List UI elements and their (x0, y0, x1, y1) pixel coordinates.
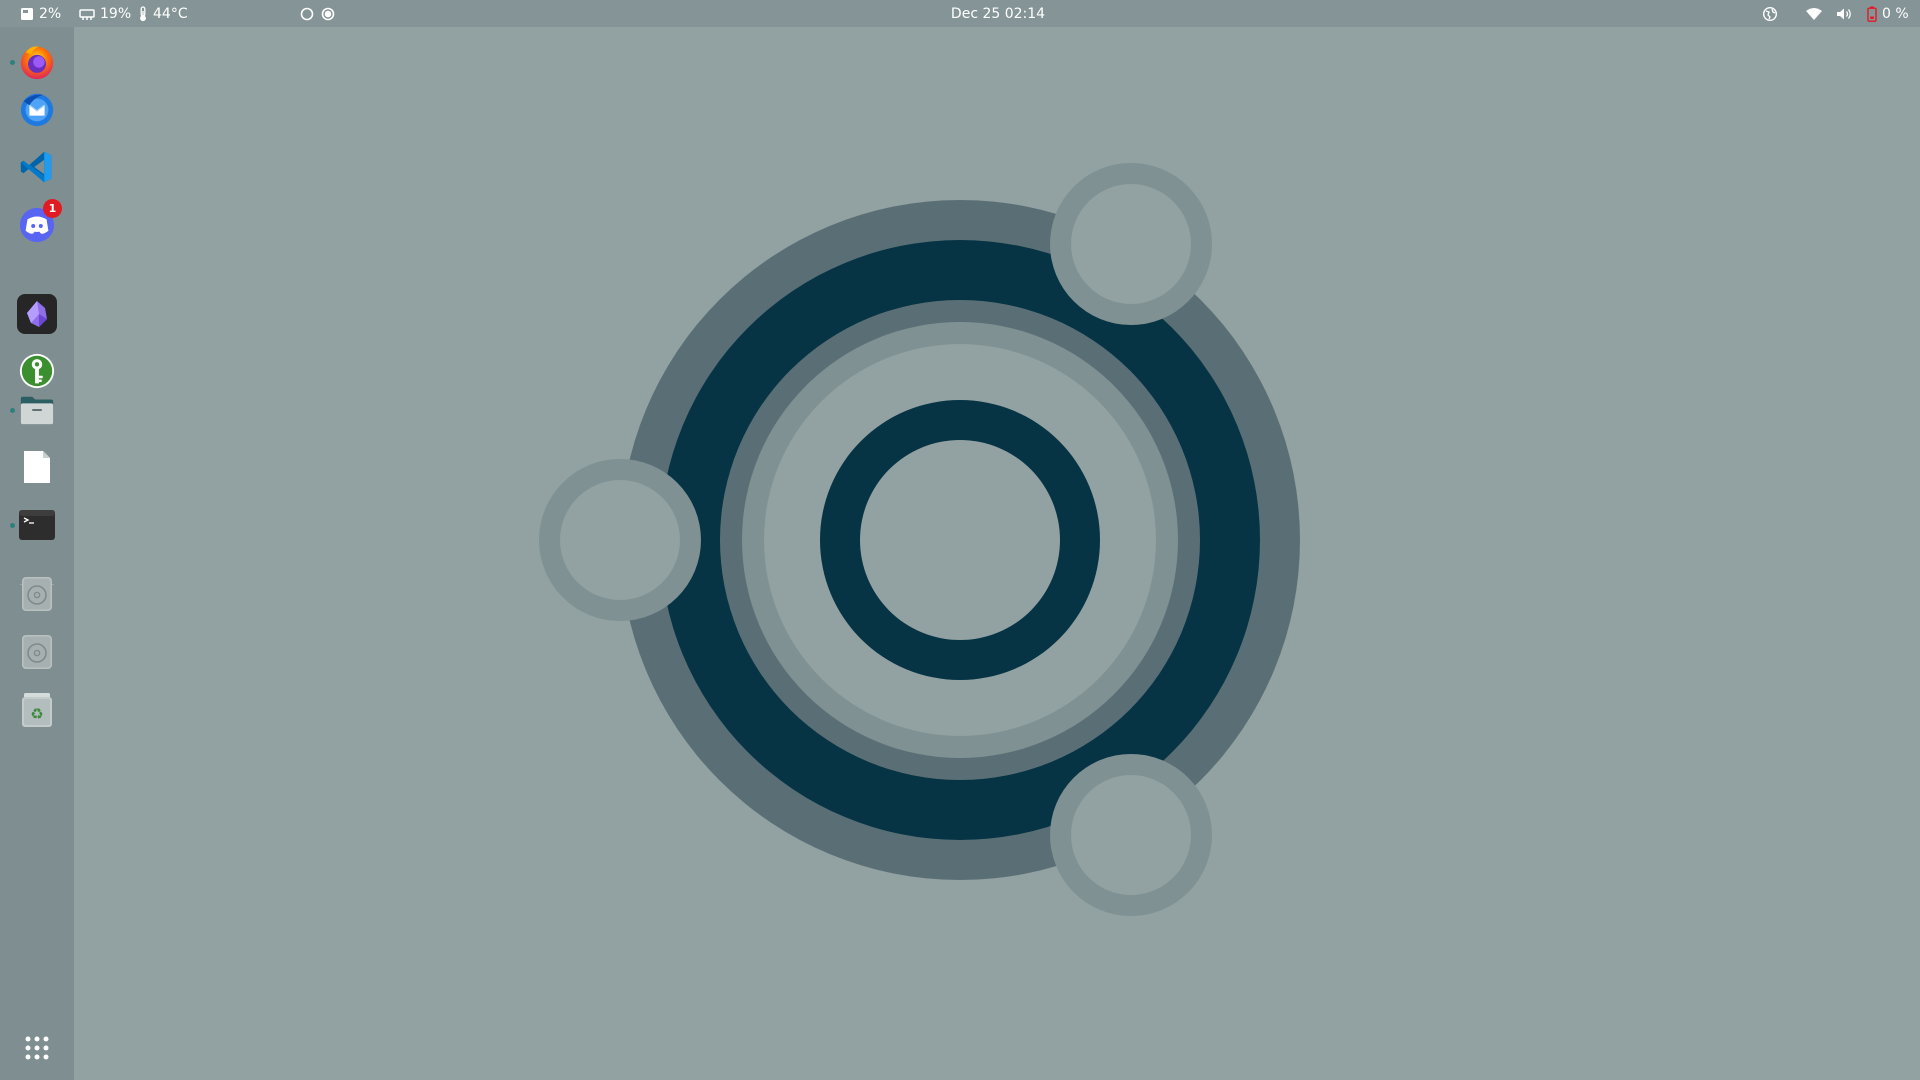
globe-icon (1762, 6, 1778, 21)
workspace-1-icon[interactable] (299, 6, 315, 22)
dock-item-thunderbird[interactable] (17, 89, 57, 129)
drive-icon (22, 577, 52, 611)
firefox-icon (20, 46, 54, 80)
obsidian-icon (27, 301, 47, 327)
drive-icon (22, 635, 52, 669)
dock-item-obsidian[interactable] (17, 294, 57, 334)
app-grid-icon (25, 1036, 49, 1060)
dock-item-drive-2[interactable] (17, 632, 57, 672)
dock-item-text-editor[interactable] (17, 447, 57, 487)
dock-item-trash[interactable]: ♻ (17, 690, 57, 730)
wifi-icon (1806, 7, 1822, 20)
clock-container: Dec 25 02:14 (0, 0, 1920, 27)
dock-item-discord[interactable]: 1 (17, 199, 62, 245)
trash-icon: ♻ (22, 693, 52, 727)
dock-item-files[interactable] (17, 390, 57, 430)
memory-usage-value: 19% (100, 5, 132, 22)
files-icon (20, 396, 54, 425)
desktop-wallpaper (0, 0, 1920, 1080)
dock: 1 ♻ (0, 27, 74, 1080)
memory-usage-indicator[interactable]: 19% (79, 0, 131, 27)
thunderbird-icon (20, 93, 54, 127)
battery-icon (1867, 6, 1877, 22)
dock-item-keepassxc[interactable] (17, 351, 57, 391)
memory-icon (79, 8, 95, 20)
dock-item-drive-1[interactable] (17, 574, 57, 614)
workspace-2-icon[interactable] (320, 6, 336, 22)
show-applications-button[interactable] (17, 1028, 57, 1068)
vscode-icon (20, 151, 52, 183)
dock-item-firefox[interactable] (17, 42, 57, 82)
disk-icon (21, 7, 33, 20)
volume-icon (1837, 8, 1851, 19)
disk-usage-indicator[interactable]: 2% (20, 0, 61, 27)
dock-item-terminal[interactable] (17, 505, 57, 545)
vpn-indicator[interactable] (1762, 0, 1778, 27)
dock-item-vscode[interactable] (17, 147, 57, 187)
disk-usage-value: 2% (39, 5, 62, 22)
keepassxc-icon (19, 353, 55, 389)
document-icon (24, 451, 50, 483)
workspace-indicator[interactable] (299, 0, 336, 27)
svg-text:♻: ♻ (30, 705, 43, 723)
top-bar: 2% 19% 44°C Dec 25 02:14 0 % (0, 0, 1920, 27)
running-indicator (10, 523, 15, 528)
cpu-temp-indicator[interactable]: 44°C (138, 0, 188, 27)
thermometer-icon (140, 5, 146, 21)
notification-badge: 1 (43, 199, 62, 218)
terminal-icon (19, 510, 55, 540)
cpu-temp-value: 44°C (153, 5, 188, 22)
clock[interactable]: Dec 25 02:14 (945, 6, 1051, 22)
running-indicator (10, 60, 15, 65)
running-indicator (10, 408, 15, 413)
system-menu[interactable]: 0 % (1805, 0, 1909, 27)
battery-percentage: 0 % (1882, 5, 1909, 22)
